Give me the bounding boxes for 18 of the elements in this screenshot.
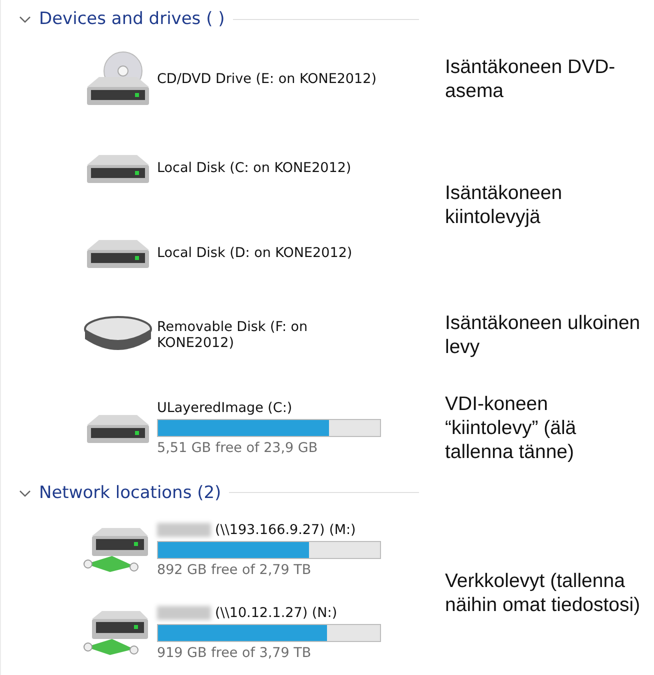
- section-title: Devices and drives ( ): [39, 9, 225, 29]
- drive-name[interactable]: CD/DVD Drive (E: on KONE2012): [157, 71, 376, 87]
- annotation-text: Isäntäkoneen kiintolevyjä: [445, 181, 564, 229]
- drive-name[interactable]: (\\10.12.1.27) (N:): [215, 604, 338, 620]
- drive-name[interactable]: Local Disk (D: on KONE2012): [157, 244, 352, 260]
- free-space-text: 919 GB free of 3,79 TB: [157, 644, 312, 660]
- annotation-text: VDI-koneen “kiintolevy” (älä tallenna tänne): [445, 392, 578, 464]
- annotation-text: Isäntäkoneen ulkoinen levy: [445, 311, 642, 359]
- drive-name[interactable]: ULayeredImage (C:): [157, 400, 292, 416]
- drive-name[interactable]: (\\193.166.9.27) (M:): [215, 522, 356, 538]
- drive-name[interactable]: Local Disk (C: on KONE2012): [157, 160, 352, 176]
- dvd-drive-icon: [85, 51, 151, 107]
- section-title: Network locations (2): [39, 482, 222, 502]
- free-space-text: 892 GB free of 2,79 TB: [157, 562, 312, 578]
- annotation-text: Isäntäkoneen DVD-asema: [445, 55, 616, 103]
- annotation-text: Verkkolevyt (tallenna näihin omat tiedostosi): [445, 568, 642, 616]
- free-space-text: 5,51 GB free of 23,9 GB: [157, 440, 319, 456]
- drive-name[interactable]: Removable Disk (F: on KONE2012): [157, 319, 381, 351]
